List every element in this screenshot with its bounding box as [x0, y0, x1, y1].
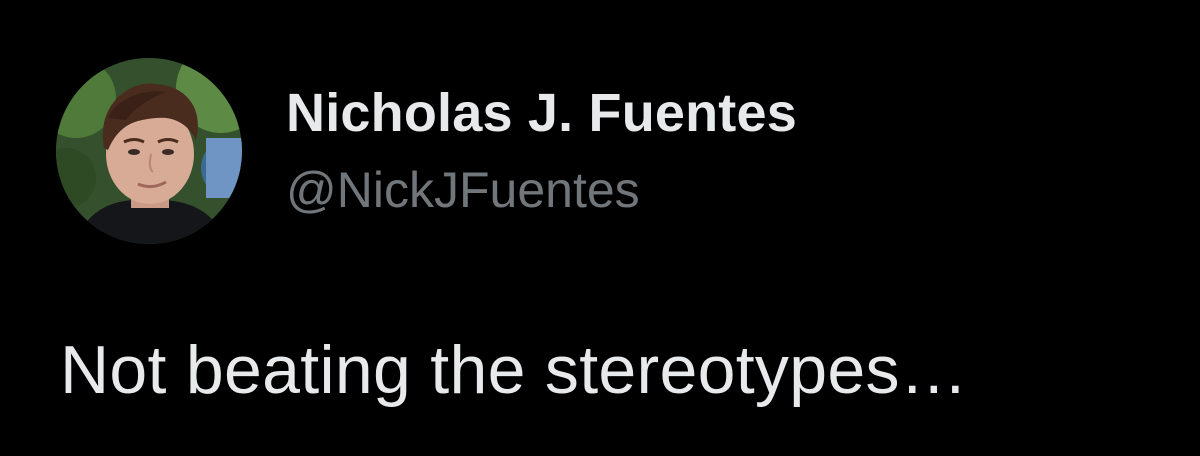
author-handle[interactable]: @NickJFuentes [286, 160, 797, 220]
tweet-card: Nicholas J. Fuentes @NickJFuentes Not be… [0, 0, 1200, 456]
avatar-image [56, 58, 242, 244]
avatar[interactable] [56, 58, 242, 244]
author-display-name[interactable]: Nicholas J. Fuentes [286, 82, 797, 144]
tweet-author-row: Nicholas J. Fuentes @NickJFuentes [56, 58, 797, 244]
tweet-text: Not beating the stereotypes… [60, 332, 969, 408]
author-names: Nicholas J. Fuentes @NickJFuentes [286, 82, 797, 220]
